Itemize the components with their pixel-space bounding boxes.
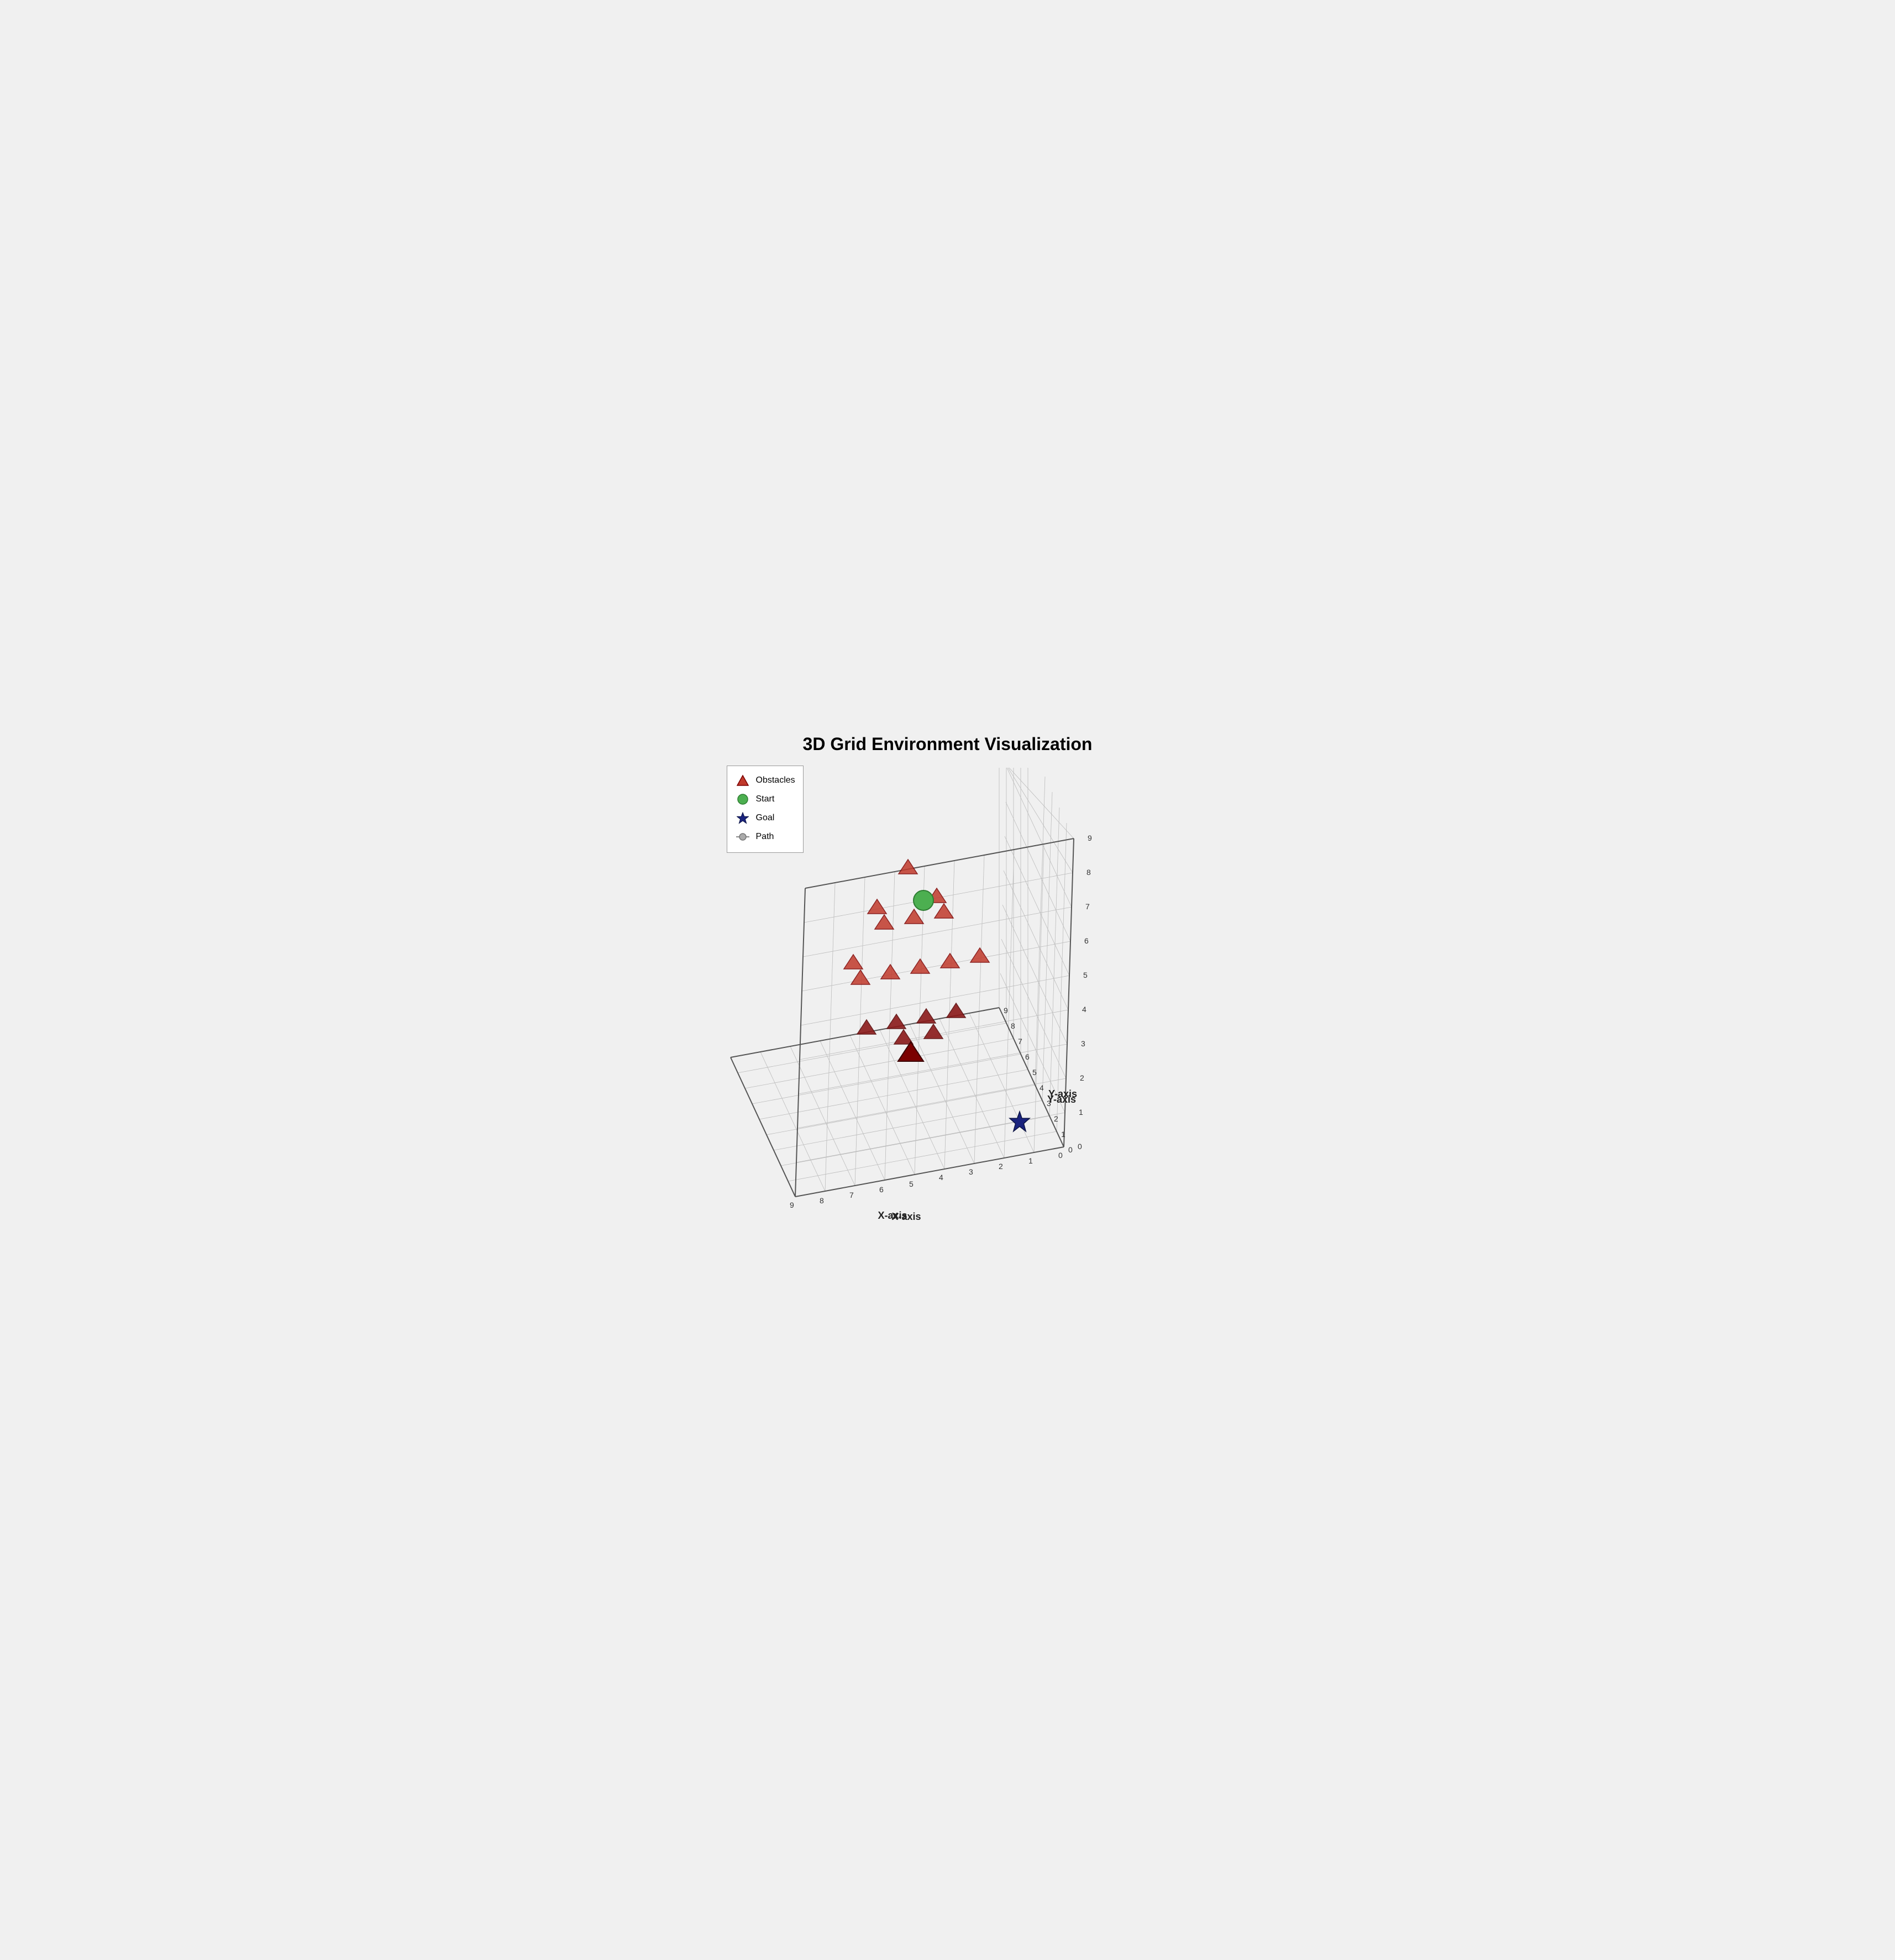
z-tick-0: 0 <box>1078 1142 1082 1151</box>
legend-path-label: Path <box>756 828 774 846</box>
z-tick-6: 6 <box>1084 936 1089 945</box>
x-tick-7: 7 <box>849 1191 854 1199</box>
z-tick-5: 5 <box>1083 971 1088 979</box>
y-tick-5: 5 <box>1032 1068 1037 1077</box>
x-tick-4: 4 <box>939 1173 943 1182</box>
legend-item-start: Start <box>735 790 795 808</box>
y-tick-8: 8 <box>1011 1021 1015 1030</box>
x-tick-3: 3 <box>969 1167 973 1176</box>
legend-box: Obstacles Start Goal <box>727 766 804 853</box>
legend-obstacles-icon <box>735 774 750 787</box>
y-tick-6: 6 <box>1025 1052 1030 1061</box>
start-point <box>914 890 933 910</box>
z-tick-1: 1 <box>1079 1108 1083 1117</box>
legend-item-path: Path <box>735 828 795 846</box>
y-tick-4: 4 <box>1040 1083 1044 1092</box>
legend-goal-label: Goal <box>756 809 775 827</box>
legend-goal-icon <box>735 812 750 824</box>
chart-container: 3D Grid Environment Visualization Obstac… <box>699 723 1196 1237</box>
x-tick-0: 0 <box>1058 1151 1063 1160</box>
legend-obstacles-label: Obstacles <box>756 772 795 789</box>
z-tick-7: 7 <box>1085 902 1090 911</box>
legend-item-obstacles: Obstacles <box>735 772 795 789</box>
legend-start-label: Start <box>756 790 775 808</box>
z-tick-9: 9 <box>1088 834 1092 842</box>
chart-area: Obstacles Start Goal <box>710 760 1185 1224</box>
x-tick-6: 6 <box>879 1185 884 1194</box>
x-axis-label-text: X-axis <box>891 1211 921 1222</box>
x-tick-2: 2 <box>999 1162 1003 1171</box>
x-tick-9: 9 <box>790 1201 794 1209</box>
y-axis-label-text: Y-axis <box>1047 1094 1076 1105</box>
legend-start-icon <box>735 793 750 805</box>
x-tick-5: 5 <box>909 1180 914 1188</box>
legend-item-goal: Goal <box>735 809 795 827</box>
x-tick-1: 1 <box>1028 1156 1033 1165</box>
z-tick-2: 2 <box>1080 1073 1084 1082</box>
legend-path-icon <box>735 832 750 842</box>
z-tick-8: 8 <box>1086 868 1091 877</box>
y-tick-1: 1 <box>1061 1130 1065 1139</box>
y-tick-9: 9 <box>1004 1006 1008 1015</box>
x-tick-8: 8 <box>820 1196 824 1205</box>
z-tick-3: 3 <box>1081 1039 1085 1048</box>
chart-title: 3D Grid Environment Visualization <box>710 734 1185 754</box>
y-tick-2: 2 <box>1054 1114 1058 1123</box>
y-tick-0: 0 <box>1068 1145 1073 1154</box>
y-tick-7: 7 <box>1018 1037 1022 1046</box>
z-tick-4: 4 <box>1082 1005 1086 1014</box>
